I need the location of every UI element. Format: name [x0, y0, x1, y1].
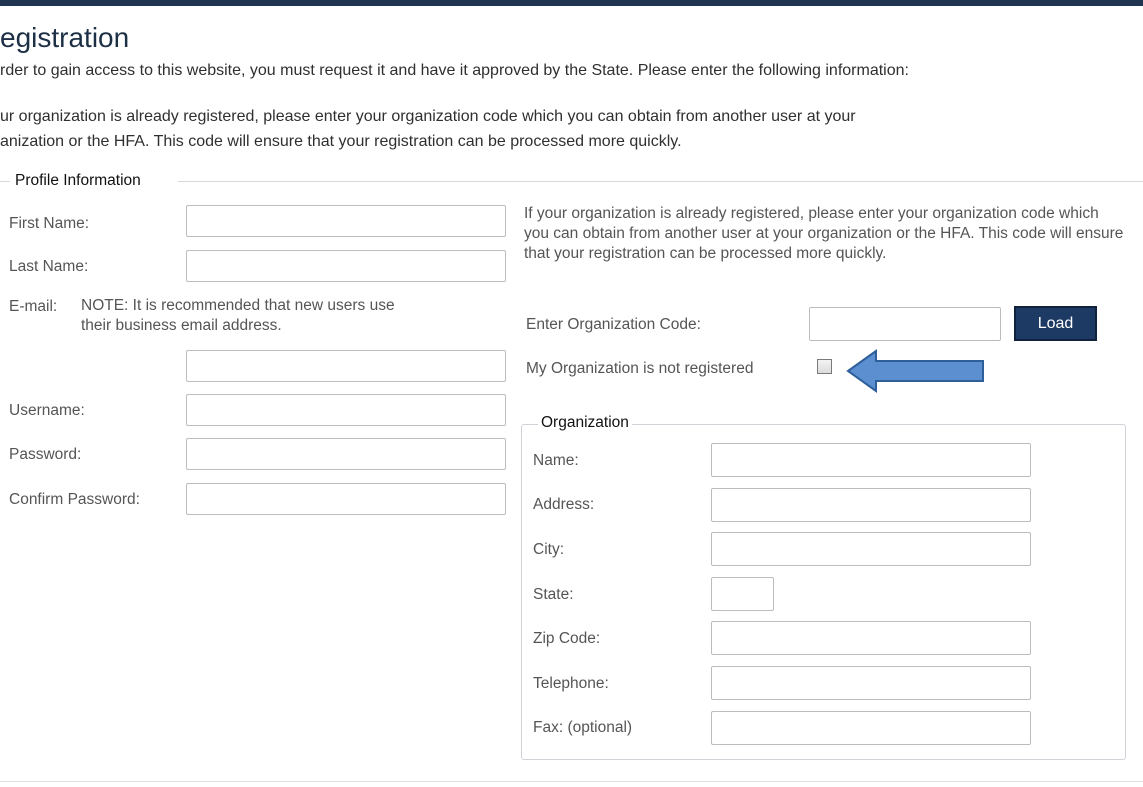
org-code-info: If your organization is already register… [524, 205, 1124, 262]
not-registered-label: My Organization is not registered [526, 360, 754, 377]
profile-legend-line-right [178, 181, 1143, 182]
last-name-input[interactable] [186, 250, 506, 282]
org-zip-input[interactable] [711, 621, 1031, 655]
username-input[interactable] [186, 394, 506, 426]
left-arrow-icon [846, 349, 984, 393]
org-address-input[interactable] [711, 488, 1031, 522]
intro-text: rder to gain access to this website, you… [0, 62, 909, 79]
last-name-label: Last Name: [9, 258, 89, 275]
profile-legend: Profile Information [12, 172, 144, 190]
password-input[interactable] [186, 438, 506, 470]
intro-org-code-line2: anization or the HFA. This code will ens… [0, 133, 682, 150]
org-fax-input[interactable] [711, 711, 1031, 745]
org-city-input[interactable] [711, 532, 1031, 566]
email-note-line1: NOTE: It is recommended that new users u… [81, 297, 395, 314]
bottom-divider [0, 781, 1143, 782]
username-label: Username: [9, 402, 85, 419]
first-name-label: First Name: [9, 215, 90, 232]
org-city-label: City: [533, 541, 564, 558]
first-name-input[interactable] [186, 205, 506, 237]
confirm-password-label: Confirm Password: [9, 491, 140, 508]
org-name-input[interactable] [711, 443, 1031, 477]
org-telephone-label: Telephone: [533, 675, 609, 692]
top-bar [0, 0, 1143, 6]
org-name-label: Name: [533, 452, 579, 469]
profile-legend-line-left [0, 181, 10, 182]
organization-legend: Organization [538, 414, 632, 432]
load-button[interactable]: Load [1014, 306, 1097, 341]
password-label: Password: [9, 446, 82, 463]
org-fax-label: Fax: (optional) [533, 719, 633, 736]
not-registered-checkbox[interactable] [817, 359, 832, 374]
org-state-input[interactable] [711, 577, 774, 611]
org-zip-label: Zip Code: [533, 630, 601, 647]
org-code-input[interactable] [809, 307, 1001, 341]
org-state-label: State: [533, 586, 574, 603]
org-code-label: Enter Organization Code: [526, 316, 701, 333]
intro-org-code-line1: ur organization is already registered, p… [0, 108, 856, 125]
org-telephone-input[interactable] [711, 666, 1031, 700]
confirm-password-input[interactable] [186, 483, 506, 515]
page-title: egistration [0, 22, 130, 53]
email-note-line2: their business email address. [81, 317, 282, 334]
org-address-label: Address: [533, 496, 595, 513]
email-label: E-mail: [9, 298, 58, 315]
email-input[interactable] [186, 350, 506, 382]
